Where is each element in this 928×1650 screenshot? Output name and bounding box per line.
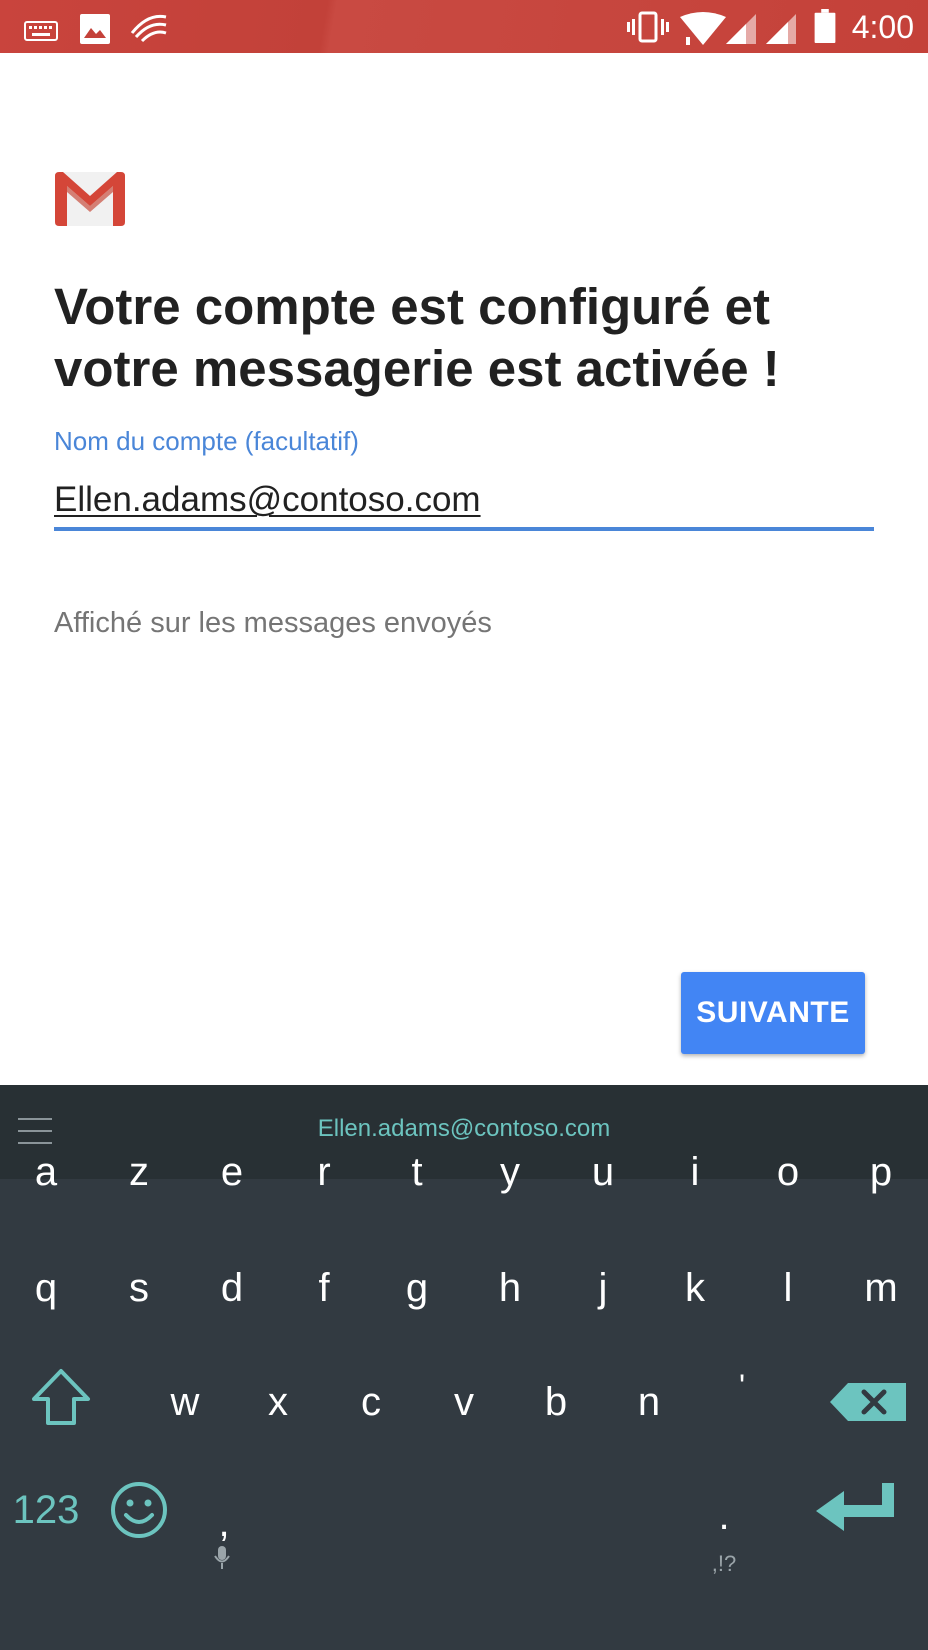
emoji-icon[interactable] [104, 1475, 174, 1545]
key-m[interactable]: m [846, 1253, 916, 1323]
wifi-icon [680, 12, 726, 45]
key-q[interactable]: q [11, 1253, 81, 1323]
key-z[interactable]: z [104, 1137, 174, 1207]
punctuation-hint: ,!? [711, 1551, 737, 1576]
signal-icon-2 [766, 14, 796, 44]
image-icon [80, 14, 110, 44]
key-n[interactable]: n [614, 1367, 684, 1437]
key-g[interactable]: g [382, 1253, 452, 1323]
key-u[interactable]: u [568, 1137, 638, 1207]
gmail-logo [55, 172, 125, 226]
key-v[interactable]: v [429, 1367, 499, 1437]
key-t[interactable]: t [382, 1137, 452, 1207]
account-name-label: Nom du compte (facultatif) [54, 426, 359, 456]
battery-icon [814, 9, 836, 43]
key-d[interactable]: d [197, 1253, 267, 1323]
key-r[interactable]: r [289, 1137, 359, 1207]
key-apostrophe[interactable]: ' [707, 1351, 777, 1421]
enter-icon[interactable] [812, 1473, 902, 1543]
keyboard-icon [24, 21, 58, 41]
shift-icon[interactable] [26, 1363, 96, 1433]
key-i[interactable]: i [660, 1137, 730, 1207]
key-c[interactable]: c [336, 1367, 406, 1437]
page-title: Votre compte est configuré et votre mess… [54, 278, 780, 397]
key-j[interactable]: j [568, 1253, 638, 1323]
keyboard: Ellen.adams@contoso.com a z e r t y u i … [0, 1085, 928, 1650]
account-name-underline [54, 527, 874, 531]
key-k[interactable]: k [660, 1253, 730, 1323]
key-b[interactable]: b [521, 1367, 591, 1437]
key-s[interactable]: s [104, 1253, 174, 1323]
key-a[interactable]: a [11, 1137, 81, 1207]
account-name-input[interactable]: Ellen.adams@contoso.com [54, 475, 874, 531]
key-y[interactable]: y [475, 1137, 545, 1207]
backspace-icon[interactable] [826, 1367, 910, 1437]
key-e[interactable]: e [197, 1137, 267, 1207]
key-h[interactable]: h [475, 1253, 545, 1323]
key-p[interactable]: p [846, 1137, 916, 1207]
vibrate-icon [627, 11, 669, 43]
signal-icon [726, 14, 756, 44]
numbers-key[interactable]: 123 [6, 1475, 86, 1545]
key-w[interactable]: w [150, 1367, 220, 1437]
account-name-helper: Affiché sur les messages envoyés [54, 607, 492, 639]
comma-key[interactable]: , [189, 1488, 259, 1558]
key-f[interactable]: f [289, 1253, 359, 1323]
status-time: 4:00 [851, 9, 914, 45]
next-button[interactable]: SUIVANTE [681, 972, 865, 1054]
period-key[interactable]: . [689, 1481, 759, 1551]
swiftkey-icon [130, 14, 167, 43]
key-x[interactable]: x [243, 1367, 313, 1437]
status-bar: 4:00 [0, 0, 928, 53]
key-o[interactable]: o [753, 1137, 823, 1207]
key-l[interactable]: l [753, 1253, 823, 1323]
